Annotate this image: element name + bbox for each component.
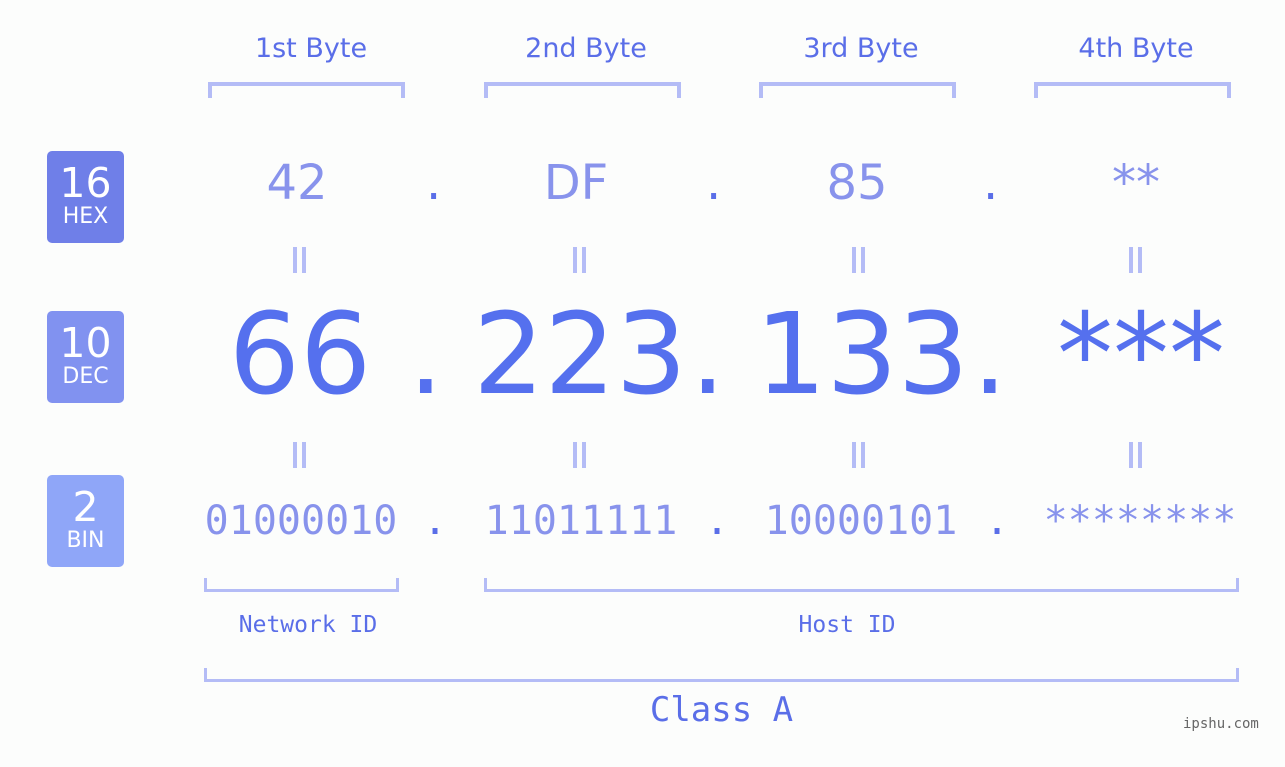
equals-icon <box>570 442 590 468</box>
equals-icon <box>290 247 310 273</box>
class-label: Class A <box>649 690 794 730</box>
equals-icon <box>849 442 869 468</box>
bin-separator-2: . <box>705 498 730 544</box>
dec-separator-1: . <box>408 290 444 420</box>
hex-value-1: 42 <box>266 155 328 211</box>
hex-value-3: 85 <box>826 155 888 211</box>
bin-separator-3: . <box>985 498 1010 544</box>
hex-separator-3: . <box>983 155 999 211</box>
byte-header-2: 2nd Byte <box>525 33 647 64</box>
bin-value-3: 10000101 <box>764 498 958 544</box>
dec-badge-number: 10 <box>59 319 112 367</box>
host-id-label: Host ID <box>798 612 896 638</box>
dec-badge: 10 DEC <box>47 311 124 403</box>
bin-value-1: 01000010 <box>204 498 398 544</box>
equals-icon <box>290 442 310 468</box>
class-bracket <box>204 668 1239 682</box>
byte-bracket-2 <box>484 82 681 98</box>
equals-icon <box>1126 247 1146 273</box>
byte-bracket-3 <box>759 82 956 98</box>
equals-icon <box>849 247 869 273</box>
hex-separator-2: . <box>706 155 722 211</box>
dec-value-2: 223 <box>473 290 687 420</box>
dec-value-3: 133 <box>755 290 969 420</box>
byte-bracket-4 <box>1034 82 1231 98</box>
equals-icon <box>1126 442 1146 468</box>
hex-separator-1: . <box>426 155 442 211</box>
equals-icon <box>570 247 590 273</box>
bin-badge-label: BIN <box>66 528 105 553</box>
byte-header-3: 3rd Byte <box>803 33 919 64</box>
dec-separator-3: . <box>972 290 1008 420</box>
hex-value-2: DF <box>543 155 609 211</box>
network-id-bracket <box>204 578 399 592</box>
hex-badge-number: 16 <box>59 159 112 207</box>
bin-badge: 2 BIN <box>47 475 124 567</box>
byte-header-4: 4th Byte <box>1078 33 1194 64</box>
host-id-bracket <box>484 578 1239 592</box>
dec-value-4: *** <box>1057 290 1225 420</box>
bin-value-2: 11011111 <box>484 498 678 544</box>
hex-badge: 16 HEX <box>47 151 124 243</box>
hex-value-4: ** <box>1112 155 1160 211</box>
bin-separator-1: . <box>423 498 448 544</box>
network-id-label: Network ID <box>238 612 378 638</box>
byte-bracket-1 <box>208 82 405 98</box>
hex-badge-label: HEX <box>62 204 109 229</box>
bin-value-4: ******** <box>1043 498 1237 544</box>
dec-separator-2: . <box>690 290 726 420</box>
byte-header-1: 1st Byte <box>254 33 368 64</box>
bin-badge-number: 2 <box>72 483 99 531</box>
dec-value-1: 66 <box>228 290 372 420</box>
watermark: ipshu.com <box>1183 716 1259 732</box>
dec-badge-label: DEC <box>62 364 109 389</box>
